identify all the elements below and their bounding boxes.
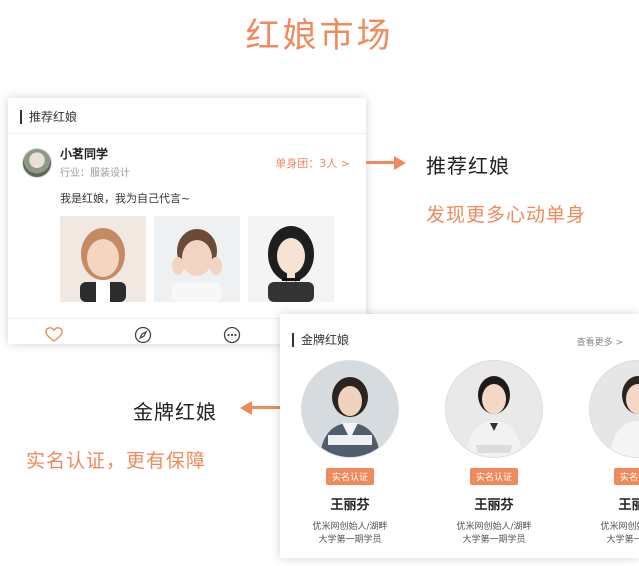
heart-icon[interactable] [45, 326, 63, 344]
gold-header: 金牌红娘 [292, 333, 349, 347]
gold-matchmaker-card: 金牌红娘 查看更多 > 实名认证 王丽芬 优米网创始人/湖畔 大学第一期学员 实… [280, 314, 639, 558]
avatar[interactable] [22, 148, 52, 178]
view-more-link[interactable]: 查看更多 > [577, 335, 623, 348]
user-quote: 我是红娘，我为自己代言~ [60, 192, 191, 205]
recommend-card: 推荐红娘 小茗同学 行业：服装设计 单身团：3人 > 我是红娘，我为自己代言~ [8, 98, 366, 344]
matchmaker-desc-line2: 大学第一期学员 [318, 535, 382, 545]
divider [8, 133, 366, 134]
portrait-illustration-2 [154, 216, 240, 302]
matchmaker-portrait [590, 361, 639, 457]
matchmaker-photo[interactable] [301, 360, 399, 458]
user-name[interactable]: 小茗同学 [60, 145, 108, 162]
verified-badge: 实名认证 [613, 468, 639, 485]
gold-label: 金牌红娘 [133, 400, 217, 424]
page-title: 红娘市场 [245, 16, 394, 56]
matchmaker-name: 王丽芬 [618, 498, 639, 513]
portrait-illustration-1 [60, 216, 146, 302]
recommend-subtitle: 发现更多心动单身 [426, 204, 587, 226]
matchmaker-desc: 优米网创始人/湖畔 大学第一期学员 [578, 521, 639, 547]
matchmaker-name: 王丽芬 [330, 498, 370, 513]
verified-badge: 实名认证 [325, 468, 374, 485]
recommend-label: 推荐红娘 [426, 154, 510, 178]
matchmaker-portrait [446, 361, 542, 457]
portrait-illustration-3 [248, 216, 334, 302]
matchmaker-desc-line1: 优米网创始人/湖畔 [600, 522, 639, 532]
matchmaker-item[interactable]: 实名认证 王丽芬 优米网创始人/湖畔 大学第一期学员 [578, 360, 639, 547]
matchmaker-desc: 优米网创始人/湖畔 大学第一期学员 [290, 521, 410, 547]
matchmaker-item[interactable]: 实名认证 王丽芬 优米网创始人/湖畔 大学第一期学员 [290, 360, 410, 547]
matchmaker-desc-line2: 大学第一期学员 [606, 535, 639, 545]
compass-icon[interactable] [134, 326, 152, 344]
profile-photo-3[interactable] [248, 216, 334, 302]
recommend-header: 推荐红娘 [20, 110, 77, 124]
matchmaker-desc-line1: 优米网创始人/湖畔 [312, 522, 388, 532]
verified-badge: 实名认证 [469, 468, 518, 485]
single-group-link[interactable]: 单身团：3人 > [275, 155, 350, 171]
matchmaker-photo[interactable] [445, 360, 543, 458]
matchmaker-item[interactable]: 实名认证 王丽芬 优米网创始人/湖畔 大学第一期学员 [434, 360, 554, 547]
profile-photo-1[interactable] [60, 216, 146, 302]
profile-photo-2[interactable] [154, 216, 240, 302]
matchmaker-portrait [302, 361, 398, 457]
matchmaker-desc-line2: 大学第一期学员 [462, 535, 526, 545]
user-industry: 行业：服装设计 [60, 168, 130, 179]
matchmaker-desc: 优米网创始人/湖畔 大学第一期学员 [434, 521, 554, 547]
gold-subtitle: 实名认证，更有保障 [26, 450, 207, 472]
matchmaker-desc-line1: 优米网创始人/湖畔 [456, 522, 532, 532]
matchmaker-name: 王丽芬 [474, 498, 514, 513]
more-icon[interactable] [223, 326, 241, 344]
matchmaker-photo[interactable] [589, 360, 639, 458]
